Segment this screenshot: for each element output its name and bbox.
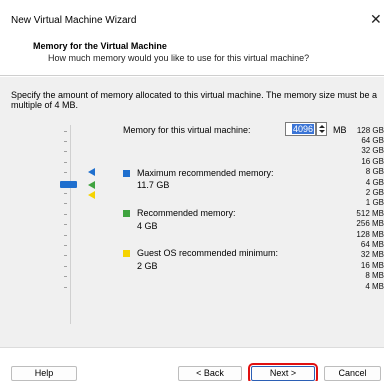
scale-label: 32 MB: [360, 250, 384, 259]
scale-label: 64 MB: [360, 240, 384, 249]
recommended-value: 4 GB: [137, 221, 158, 231]
slider-track[interactable]: [70, 125, 71, 324]
scale-label: 2 GB: [365, 188, 384, 197]
help-button[interactable]: Help: [11, 366, 77, 381]
slider-tick: [64, 235, 67, 236]
title-bar: New Virtual Machine Wizard ✕: [0, 0, 384, 36]
max-recommended-marker-icon: [88, 168, 95, 176]
scale-label: 4 GB: [365, 178, 384, 187]
description-text: Specify the amount of memory allocated t…: [11, 90, 377, 110]
max-recommended-value: 11.7 GB: [137, 180, 170, 190]
slider-tick: [64, 287, 67, 288]
slider-tick: [64, 245, 67, 246]
guest-minimum-swatch: [123, 250, 130, 257]
spin-down-icon[interactable]: [319, 130, 325, 133]
max-recommended-swatch: [123, 170, 130, 177]
slider-thumb[interactable]: [60, 181, 77, 188]
slider-tick: [64, 266, 67, 267]
guest-minimum-marker-icon: [88, 191, 95, 199]
slider-tick: [64, 224, 67, 225]
memory-unit: MB: [333, 125, 347, 135]
recommended-marker-icon: [88, 181, 95, 189]
recommended-swatch: [123, 210, 130, 217]
slider-tick: [64, 131, 67, 132]
max-recommended-label: Maximum recommended memory:: [137, 168, 274, 178]
slider-tick: [64, 151, 67, 152]
scale-label: 32 GB: [361, 146, 384, 155]
scale-label: 64 GB: [361, 136, 384, 145]
memory-field-label: Memory for this virtual machine:: [123, 125, 251, 135]
slider-tick: [64, 162, 67, 163]
next-button[interactable]: Next >: [248, 363, 318, 381]
scale-label: 4 MB: [365, 282, 384, 291]
spin-up-icon[interactable]: [319, 125, 325, 128]
scale-label: 16 MB: [360, 261, 384, 270]
scale-label: 8 MB: [365, 271, 384, 280]
memory-spinner[interactable]: [316, 122, 327, 136]
memory-input[interactable]: 4096: [285, 122, 316, 136]
close-icon[interactable]: ✕: [370, 12, 382, 26]
slider-tick: [64, 193, 67, 194]
scale-label: 16 GB: [361, 157, 384, 166]
slider-tick: [64, 172, 67, 173]
scale-label: 256 MB: [356, 219, 384, 228]
scale-label: 512 MB: [356, 209, 384, 218]
wizard-header: Memory for the Virtual Machine How much …: [0, 36, 384, 76]
slider-tick: [64, 276, 67, 277]
slider-tick: [64, 255, 67, 256]
guest-minimum-value: 2 GB: [137, 261, 158, 271]
scale-label: 128 MB: [356, 230, 384, 239]
wizard-footer: Help < Back Next > Cancel: [0, 347, 384, 381]
scale-label: 1 GB: [365, 198, 384, 207]
recommended-label: Recommended memory:: [137, 208, 236, 218]
wizard-body: Specify the amount of memory allocated t…: [0, 77, 384, 347]
scale-label: 8 GB: [365, 167, 384, 176]
slider-tick: [64, 214, 67, 215]
window-title: New Virtual Machine Wizard: [11, 15, 137, 26]
guest-minimum-label: Guest OS recommended minimum:: [137, 248, 279, 258]
slider-tick: [64, 203, 67, 204]
slider-tick: [64, 141, 67, 142]
page-subtitle: How much memory would you like to use fo…: [48, 53, 310, 63]
page-title: Memory for the Virtual Machine: [33, 41, 167, 51]
back-button[interactable]: < Back: [178, 366, 242, 381]
cancel-button[interactable]: Cancel: [324, 366, 381, 381]
memory-input-value: 4096: [291, 124, 314, 134]
